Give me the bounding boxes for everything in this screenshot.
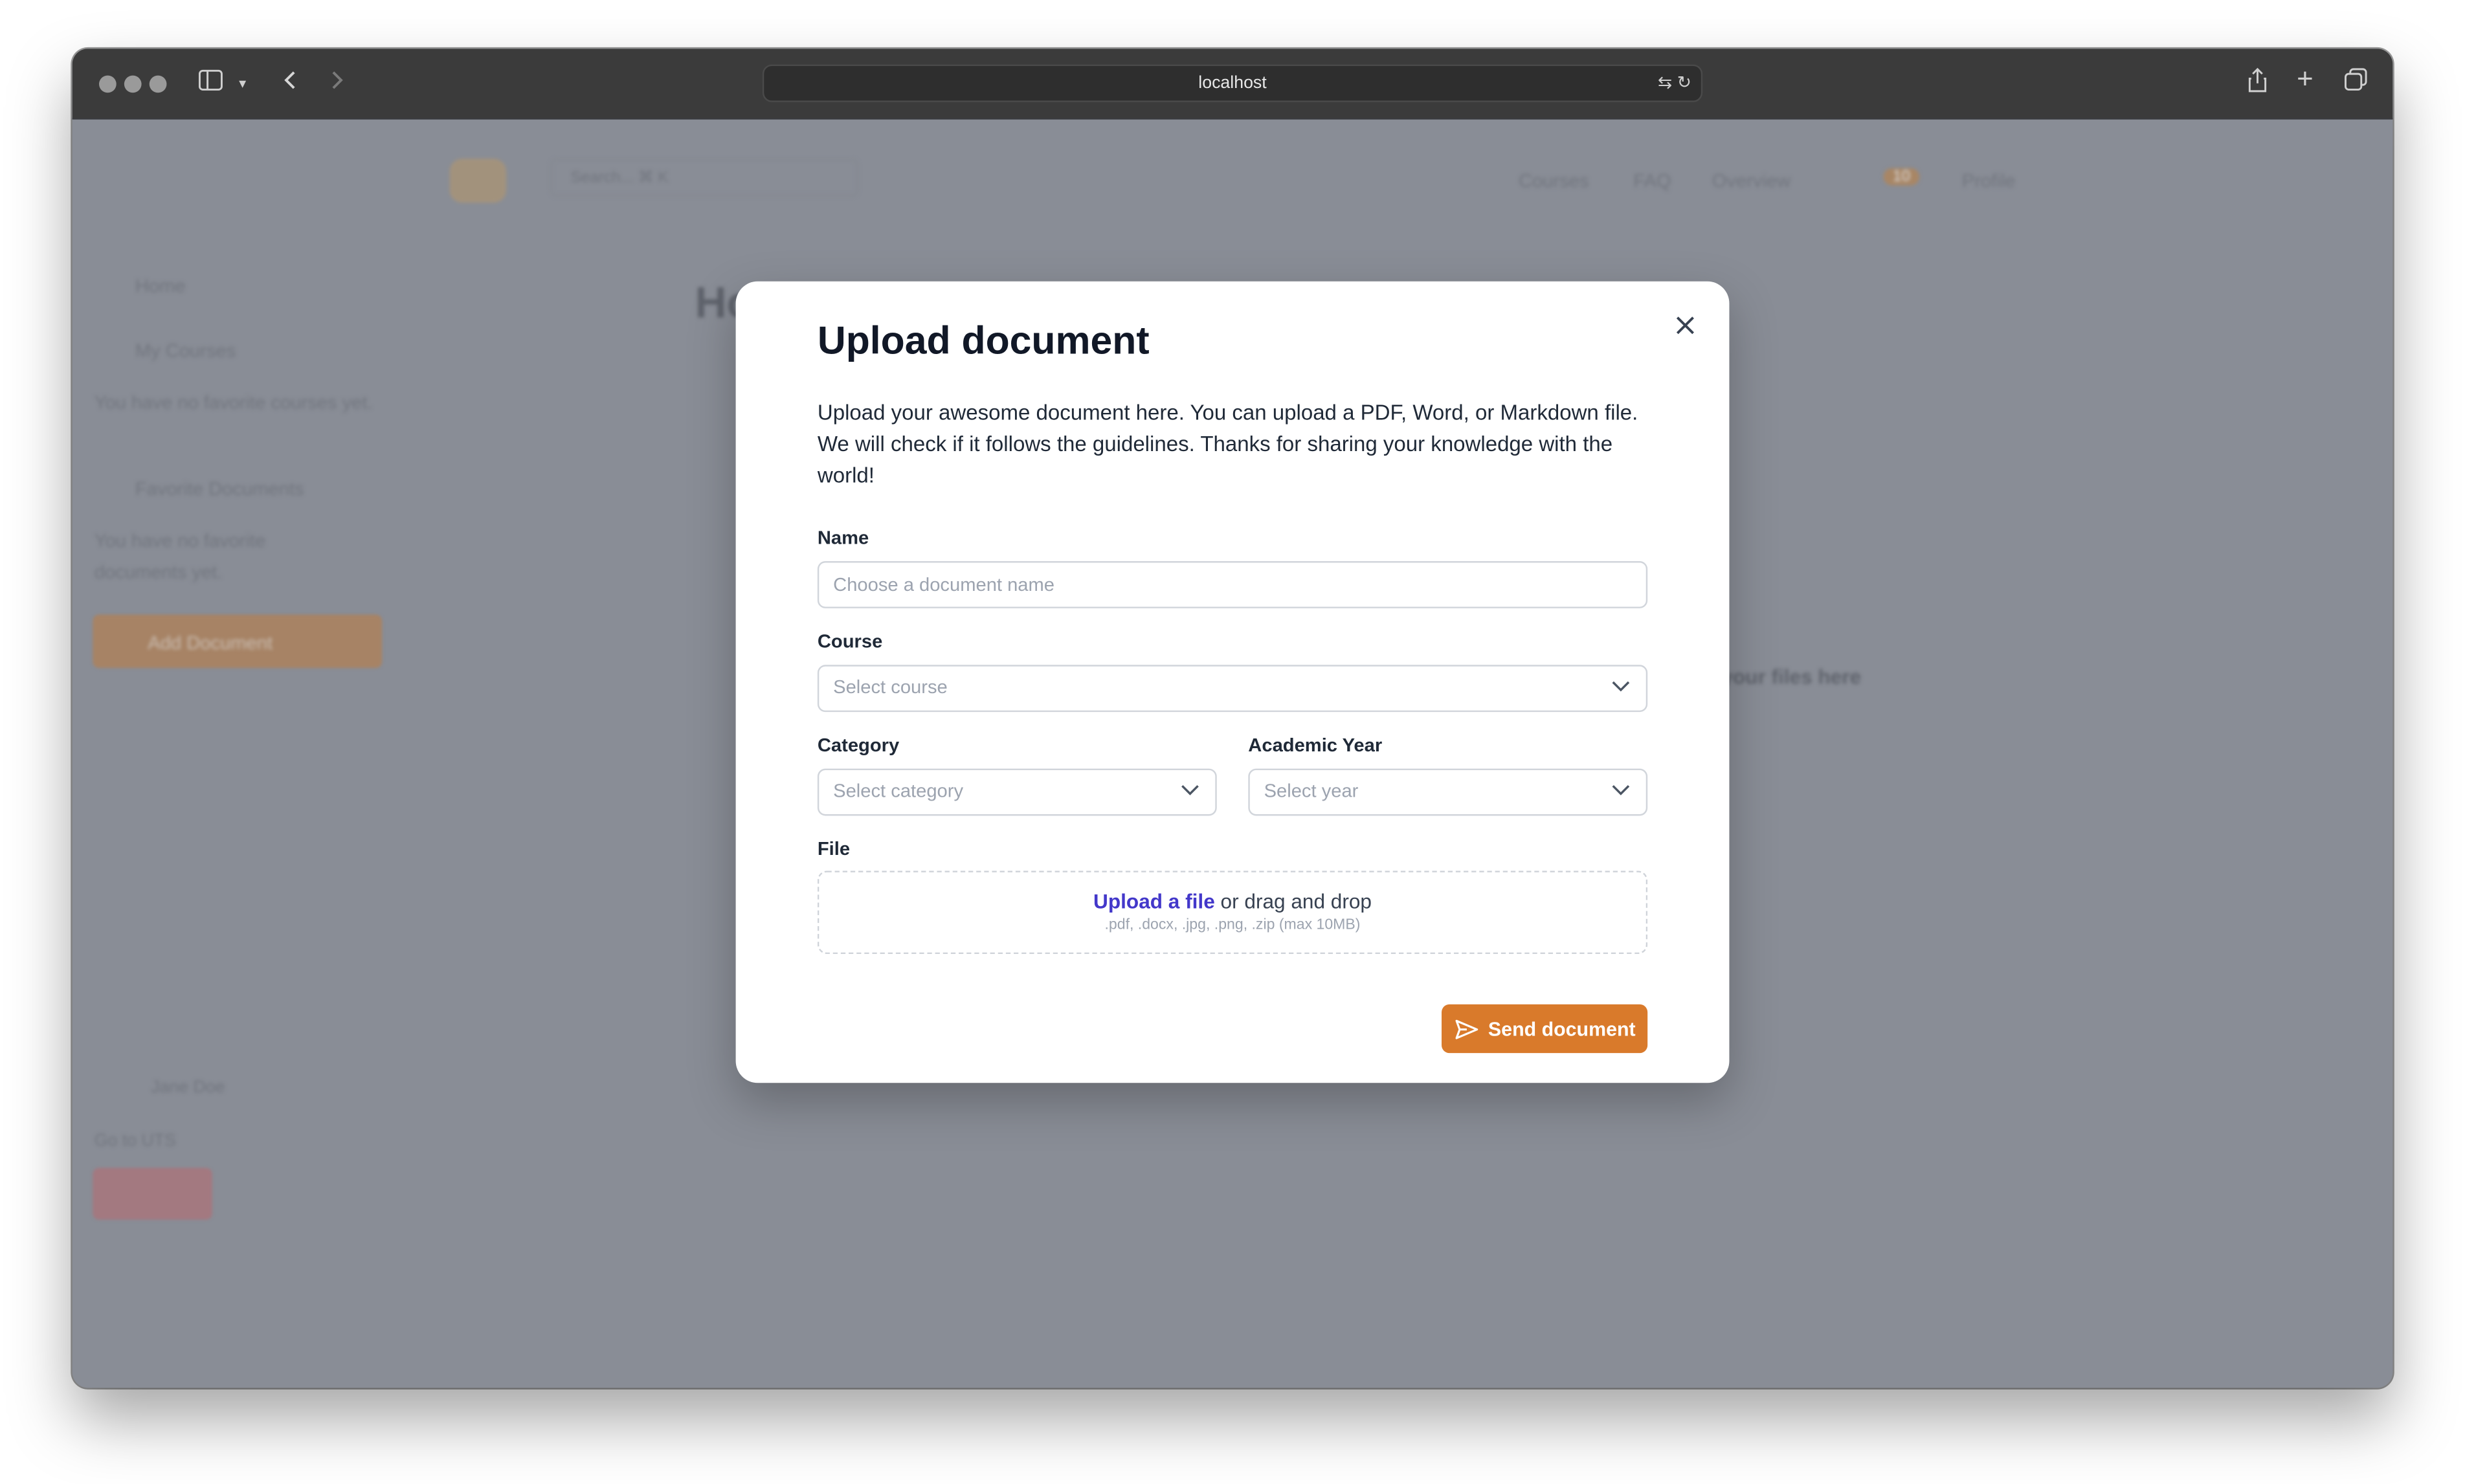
url-text: localhost — [1198, 74, 1267, 93]
drag-drop-text: or drag and drop — [1214, 889, 1372, 914]
close-button[interactable] — [1666, 307, 1704, 344]
chevron-down-icon — [1181, 785, 1199, 795]
name-label: Name — [817, 526, 869, 549]
upload-document-modal: Upload document Upload your awesome docu… — [735, 281, 1730, 1083]
sidebar-toggle-icon[interactable] — [198, 67, 223, 99]
dropzone-text: Upload a file or drag and drop — [819, 890, 1645, 913]
modal-title: Upload document — [817, 319, 1150, 364]
tabs-overview-icon[interactable] — [2344, 67, 2367, 99]
forward-button[interactable] — [329, 67, 344, 99]
file-types-hint: .pdf, .docx, .jpg, .png, .zip (max 10MB) — [1104, 916, 1361, 934]
send-icon — [1455, 1019, 1478, 1039]
chevron-down-icon — [1612, 681, 1630, 692]
browser-window: ▾ localhost ⇆ ↻ + Search... ⌘ K Courses … — [72, 49, 2393, 1388]
academic-year-label: Academic Year — [1248, 734, 1383, 757]
year-placeholder: Select year — [1264, 779, 1359, 802]
file-label: File — [817, 837, 851, 860]
send-document-label: Send document — [1488, 1017, 1636, 1040]
send-document-button[interactable]: Send document — [1442, 1004, 1648, 1054]
course-placeholder: Select course — [833, 676, 948, 698]
close-icon — [1676, 316, 1694, 335]
category-label: Category — [817, 734, 900, 757]
course-select[interactable]: Select course — [817, 665, 1648, 713]
new-tab-icon[interactable]: + — [2297, 63, 2314, 94]
address-bar[interactable]: localhost ⇆ ↻ — [762, 64, 1703, 102]
share-icon[interactable] — [2248, 67, 2267, 100]
category-placeholder: Select category — [833, 779, 964, 802]
chevron-down-icon[interactable]: ▾ — [239, 67, 246, 99]
close-window-button[interactable] — [99, 75, 117, 93]
name-input[interactable] — [817, 561, 1648, 608]
course-label: Course — [817, 630, 883, 652]
zoom-window-button[interactable] — [149, 75, 167, 93]
browser-toolbar: ▾ localhost ⇆ ↻ + — [72, 49, 2393, 120]
minimize-window-button[interactable] — [124, 75, 142, 93]
reload-icon[interactable]: ↻ — [1677, 74, 1691, 93]
category-select[interactable]: Select category — [817, 768, 1217, 816]
chevron-down-icon — [1612, 785, 1630, 795]
modal-description: Upload your awesome document here. You c… — [817, 401, 1638, 487]
translate-icon[interactable]: ⇆ — [1658, 74, 1672, 93]
file-dropzone[interactable]: Upload a file or drag and drop .pdf, .do… — [817, 870, 1648, 955]
back-button[interactable] — [283, 67, 298, 99]
upload-file-link[interactable]: Upload a file — [1093, 890, 1215, 913]
academic-year-select[interactable]: Select year — [1248, 768, 1648, 816]
